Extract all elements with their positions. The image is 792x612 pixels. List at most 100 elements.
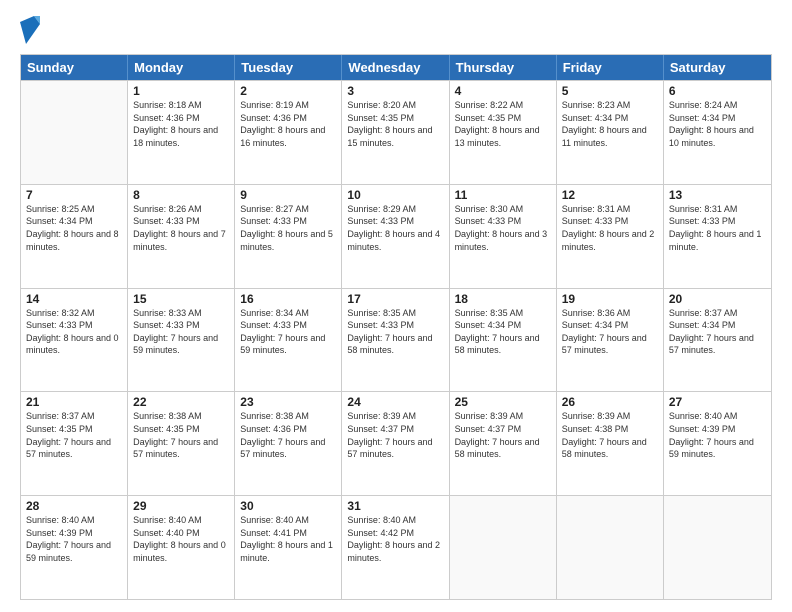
day-cell: 22Sunrise: 8:38 AM Sunset: 4:35 PM Dayli… xyxy=(128,392,235,495)
day-info: Sunrise: 8:33 AM Sunset: 4:33 PM Dayligh… xyxy=(133,307,229,357)
day-number: 23 xyxy=(240,395,336,409)
day-number: 5 xyxy=(562,84,658,98)
logo xyxy=(20,16,42,44)
calendar-row: 21Sunrise: 8:37 AM Sunset: 4:35 PM Dayli… xyxy=(21,391,771,495)
day-cell: 25Sunrise: 8:39 AM Sunset: 4:37 PM Dayli… xyxy=(450,392,557,495)
day-info: Sunrise: 8:39 AM Sunset: 4:37 PM Dayligh… xyxy=(455,410,551,460)
day-info: Sunrise: 8:35 AM Sunset: 4:33 PM Dayligh… xyxy=(347,307,443,357)
day-cell: 31Sunrise: 8:40 AM Sunset: 4:42 PM Dayli… xyxy=(342,496,449,599)
day-number: 31 xyxy=(347,499,443,513)
day-number: 14 xyxy=(26,292,122,306)
weekday-header: Monday xyxy=(128,55,235,80)
day-info: Sunrise: 8:27 AM Sunset: 4:33 PM Dayligh… xyxy=(240,203,336,253)
day-number: 4 xyxy=(455,84,551,98)
logo-icon xyxy=(20,16,40,44)
day-info: Sunrise: 8:39 AM Sunset: 4:38 PM Dayligh… xyxy=(562,410,658,460)
day-cell: 23Sunrise: 8:38 AM Sunset: 4:36 PM Dayli… xyxy=(235,392,342,495)
day-cell: 28Sunrise: 8:40 AM Sunset: 4:39 PM Dayli… xyxy=(21,496,128,599)
day-info: Sunrise: 8:40 AM Sunset: 4:39 PM Dayligh… xyxy=(669,410,766,460)
day-cell: 4Sunrise: 8:22 AM Sunset: 4:35 PM Daylig… xyxy=(450,81,557,184)
day-info: Sunrise: 8:23 AM Sunset: 4:34 PM Dayligh… xyxy=(562,99,658,149)
day-number: 28 xyxy=(26,499,122,513)
weekday-header: Wednesday xyxy=(342,55,449,80)
day-number: 24 xyxy=(347,395,443,409)
day-cell: 1Sunrise: 8:18 AM Sunset: 4:36 PM Daylig… xyxy=(128,81,235,184)
weekday-header: Friday xyxy=(557,55,664,80)
day-number: 27 xyxy=(669,395,766,409)
day-number: 10 xyxy=(347,188,443,202)
day-cell: 13Sunrise: 8:31 AM Sunset: 4:33 PM Dayli… xyxy=(664,185,771,288)
day-info: Sunrise: 8:40 AM Sunset: 4:42 PM Dayligh… xyxy=(347,514,443,564)
day-info: Sunrise: 8:40 AM Sunset: 4:41 PM Dayligh… xyxy=(240,514,336,564)
day-cell: 6Sunrise: 8:24 AM Sunset: 4:34 PM Daylig… xyxy=(664,81,771,184)
day-cell: 15Sunrise: 8:33 AM Sunset: 4:33 PM Dayli… xyxy=(128,289,235,392)
day-info: Sunrise: 8:31 AM Sunset: 4:33 PM Dayligh… xyxy=(669,203,766,253)
day-number: 1 xyxy=(133,84,229,98)
calendar-header: SundayMondayTuesdayWednesdayThursdayFrid… xyxy=(21,55,771,80)
day-number: 6 xyxy=(669,84,766,98)
day-cell: 18Sunrise: 8:35 AM Sunset: 4:34 PM Dayli… xyxy=(450,289,557,392)
day-number: 18 xyxy=(455,292,551,306)
empty-cell xyxy=(664,496,771,599)
day-info: Sunrise: 8:37 AM Sunset: 4:35 PM Dayligh… xyxy=(26,410,122,460)
header xyxy=(20,16,772,44)
empty-cell xyxy=(450,496,557,599)
day-info: Sunrise: 8:38 AM Sunset: 4:35 PM Dayligh… xyxy=(133,410,229,460)
day-info: Sunrise: 8:40 AM Sunset: 4:40 PM Dayligh… xyxy=(133,514,229,564)
day-cell: 16Sunrise: 8:34 AM Sunset: 4:33 PM Dayli… xyxy=(235,289,342,392)
day-info: Sunrise: 8:35 AM Sunset: 4:34 PM Dayligh… xyxy=(455,307,551,357)
day-info: Sunrise: 8:39 AM Sunset: 4:37 PM Dayligh… xyxy=(347,410,443,460)
day-number: 20 xyxy=(669,292,766,306)
day-info: Sunrise: 8:20 AM Sunset: 4:35 PM Dayligh… xyxy=(347,99,443,149)
day-cell: 19Sunrise: 8:36 AM Sunset: 4:34 PM Dayli… xyxy=(557,289,664,392)
day-cell: 12Sunrise: 8:31 AM Sunset: 4:33 PM Dayli… xyxy=(557,185,664,288)
day-cell: 27Sunrise: 8:40 AM Sunset: 4:39 PM Dayli… xyxy=(664,392,771,495)
day-cell: 2Sunrise: 8:19 AM Sunset: 4:36 PM Daylig… xyxy=(235,81,342,184)
calendar-row: 1Sunrise: 8:18 AM Sunset: 4:36 PM Daylig… xyxy=(21,80,771,184)
day-cell: 10Sunrise: 8:29 AM Sunset: 4:33 PM Dayli… xyxy=(342,185,449,288)
weekday-header: Sunday xyxy=(21,55,128,80)
day-info: Sunrise: 8:32 AM Sunset: 4:33 PM Dayligh… xyxy=(26,307,122,357)
day-info: Sunrise: 8:25 AM Sunset: 4:34 PM Dayligh… xyxy=(26,203,122,253)
day-number: 13 xyxy=(669,188,766,202)
day-cell: 9Sunrise: 8:27 AM Sunset: 4:33 PM Daylig… xyxy=(235,185,342,288)
day-cell: 3Sunrise: 8:20 AM Sunset: 4:35 PM Daylig… xyxy=(342,81,449,184)
day-cell: 20Sunrise: 8:37 AM Sunset: 4:34 PM Dayli… xyxy=(664,289,771,392)
day-number: 17 xyxy=(347,292,443,306)
day-number: 12 xyxy=(562,188,658,202)
empty-cell xyxy=(21,81,128,184)
day-info: Sunrise: 8:34 AM Sunset: 4:33 PM Dayligh… xyxy=(240,307,336,357)
day-cell: 24Sunrise: 8:39 AM Sunset: 4:37 PM Dayli… xyxy=(342,392,449,495)
day-cell: 5Sunrise: 8:23 AM Sunset: 4:34 PM Daylig… xyxy=(557,81,664,184)
weekday-header: Saturday xyxy=(664,55,771,80)
day-number: 9 xyxy=(240,188,336,202)
day-number: 22 xyxy=(133,395,229,409)
day-number: 2 xyxy=(240,84,336,98)
day-number: 19 xyxy=(562,292,658,306)
day-info: Sunrise: 8:24 AM Sunset: 4:34 PM Dayligh… xyxy=(669,99,766,149)
day-cell: 11Sunrise: 8:30 AM Sunset: 4:33 PM Dayli… xyxy=(450,185,557,288)
day-info: Sunrise: 8:30 AM Sunset: 4:33 PM Dayligh… xyxy=(455,203,551,253)
calendar-row: 7Sunrise: 8:25 AM Sunset: 4:34 PM Daylig… xyxy=(21,184,771,288)
day-number: 25 xyxy=(455,395,551,409)
day-info: Sunrise: 8:38 AM Sunset: 4:36 PM Dayligh… xyxy=(240,410,336,460)
day-cell: 14Sunrise: 8:32 AM Sunset: 4:33 PM Dayli… xyxy=(21,289,128,392)
day-info: Sunrise: 8:37 AM Sunset: 4:34 PM Dayligh… xyxy=(669,307,766,357)
day-number: 7 xyxy=(26,188,122,202)
weekday-header: Tuesday xyxy=(235,55,342,80)
day-number: 11 xyxy=(455,188,551,202)
day-info: Sunrise: 8:22 AM Sunset: 4:35 PM Dayligh… xyxy=(455,99,551,149)
day-cell: 17Sunrise: 8:35 AM Sunset: 4:33 PM Dayli… xyxy=(342,289,449,392)
day-info: Sunrise: 8:19 AM Sunset: 4:36 PM Dayligh… xyxy=(240,99,336,149)
day-number: 3 xyxy=(347,84,443,98)
calendar-row: 14Sunrise: 8:32 AM Sunset: 4:33 PM Dayli… xyxy=(21,288,771,392)
calendar-row: 28Sunrise: 8:40 AM Sunset: 4:39 PM Dayli… xyxy=(21,495,771,599)
day-number: 30 xyxy=(240,499,336,513)
day-number: 15 xyxy=(133,292,229,306)
day-cell: 26Sunrise: 8:39 AM Sunset: 4:38 PM Dayli… xyxy=(557,392,664,495)
day-cell: 30Sunrise: 8:40 AM Sunset: 4:41 PM Dayli… xyxy=(235,496,342,599)
empty-cell xyxy=(557,496,664,599)
day-cell: 29Sunrise: 8:40 AM Sunset: 4:40 PM Dayli… xyxy=(128,496,235,599)
day-info: Sunrise: 8:36 AM Sunset: 4:34 PM Dayligh… xyxy=(562,307,658,357)
day-info: Sunrise: 8:29 AM Sunset: 4:33 PM Dayligh… xyxy=(347,203,443,253)
